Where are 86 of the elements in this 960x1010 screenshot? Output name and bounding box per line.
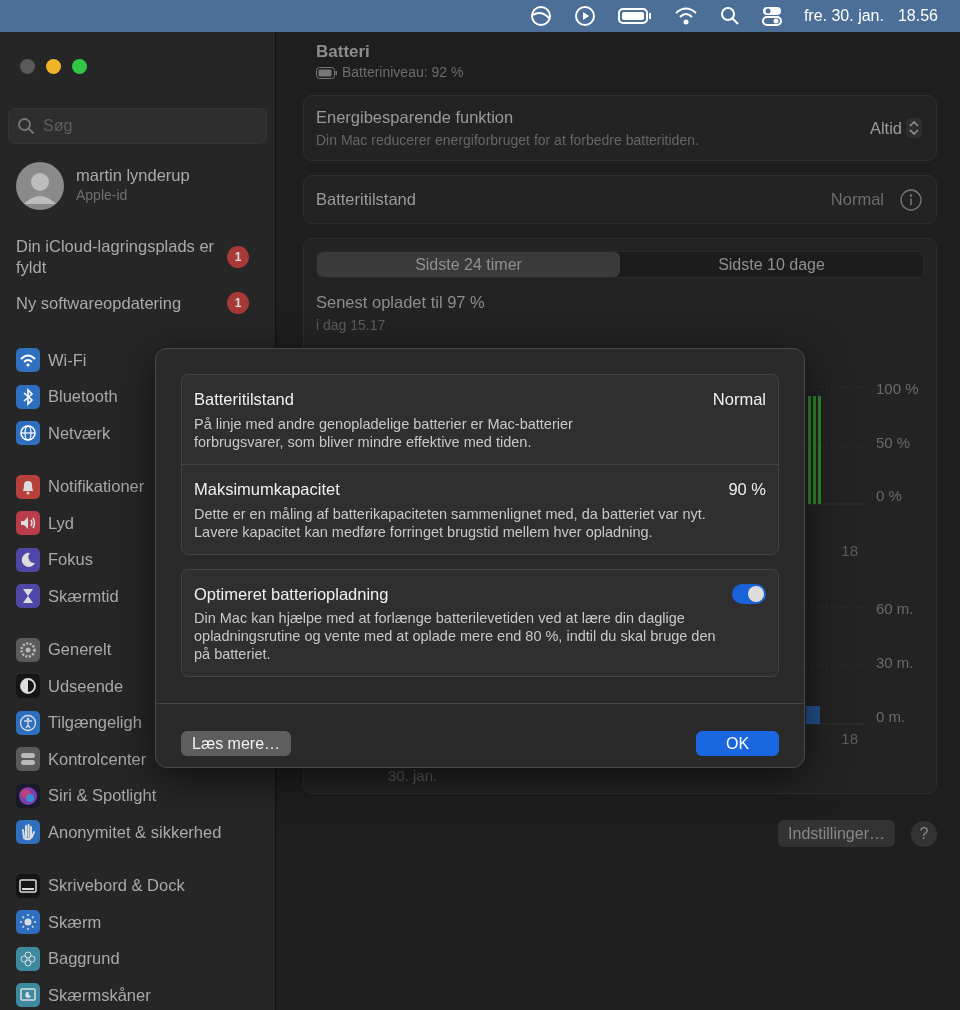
sidebar-item[interactable]: Anonymitet & sikkerhed [48,819,222,845]
setting-label: Energibesparende funktion [316,107,515,129]
info-icon[interactable] [900,188,922,211]
axis-label: 60 m. [876,599,915,620]
gear-icon [16,637,40,662]
sidebar-item[interactable]: Siri & Spotlight [48,783,157,809]
toggles-icon[interactable] [761,5,782,27]
option-title: Optimeret batteriopladning [194,583,389,605]
bell-icon [16,474,40,499]
page-title: Batteri [316,42,371,62]
toggles-icon [16,747,40,772]
axis-label: 100 % [876,378,920,399]
section-description: På linje med andre genopladelige batterier er Mac-batterier forbrugsvarer, som bliver mindre effektive med tiden. [194,414,574,451]
settings-button[interactable]: Indstillinger… [778,820,895,847]
axis-label: 0 % [876,486,903,507]
section-value: 90 % [728,478,766,500]
battery-icon[interactable] [617,7,652,25]
account-subtitle: Apple-id [76,186,129,205]
account-name[interactable]: martin lynderup [76,166,190,185]
sidebar-item[interactable]: Skrivebord & Dock [48,873,185,899]
sidebar-item[interactable]: Baggrund [48,946,120,972]
help-button[interactable]: ? [911,820,937,847]
sidebar-item[interactable]: Skærmtid [48,583,119,609]
contrast-icon [16,674,40,699]
setting-description: Din Mac reducerer energiforbruget for at forbedre batteritiden. [316,130,699,150]
learn-more-button[interactable]: Læs mere… [181,731,292,757]
sidebar-item[interactable]: Fokus [48,547,93,573]
globe-icon [16,421,40,446]
zoom-button[interactable] [72,59,87,74]
section-title: Batteritilstand [194,389,294,410]
sidebar-item[interactable]: Lyd [48,510,74,536]
battery-level-text: Batteriniveau: 92 % [342,63,464,82]
sidebar-item[interactable]: Netværk [48,420,111,446]
battery-icon [316,66,338,79]
sidebar-item[interactable]: Bluetooth [48,384,118,410]
wifi-icon[interactable] [673,6,698,26]
sidebar-item[interactable]: Tilgængeligh [48,710,142,736]
sidebar-item[interactable]: Kontrolcenter [48,746,147,772]
tab[interactable]: Sidste 10 dage [620,252,923,277]
section-value: Normal [712,389,766,410]
notification-item[interactable]: Ny softwareopdatering [16,292,216,314]
axis-label: 0 m. [876,706,907,727]
sidebar-item[interactable]: Skærmskåner [48,982,151,1008]
notification-item[interactable]: Din iCloud-lagringsplads er fyldt [16,236,216,278]
chart-bar [806,706,820,725]
sidebar-item[interactable]: Udseende [48,673,124,699]
screensaver-icon [16,983,40,1008]
ok-button[interactable]: OK [696,731,779,757]
status-value: Normal [830,189,884,211]
count-badge: 1 [227,292,249,314]
axis-label: 50 % [876,432,912,453]
sidebar-item[interactable]: Skærm [48,909,102,935]
dock-icon [16,873,40,898]
setting-label: Batteritilstand [316,189,416,211]
axis-label: 18 [841,729,858,750]
option-description: Din Mac kan hjælpe med at forlænge batterilevetiden ved at lære din daglige opladningsrutine og vente med at oplade mere end 80 %, indtil du skal bruge den på batteriet. [194,609,717,664]
moon-icon [16,547,40,572]
sidebar-item[interactable]: Generelt [48,637,112,663]
axis-label: 30 m. [876,653,915,673]
popup-button[interactable]: Altid [869,115,922,141]
sun-icon [16,910,40,935]
tab[interactable]: Sidste 24 timer [317,252,620,277]
sidebar-item[interactable]: Notifikationer [48,474,145,500]
hourglass-icon [16,584,40,609]
hand-icon [16,820,40,845]
stepper-icon [906,118,922,138]
flower-icon [16,946,40,971]
minimize-button[interactable] [46,59,61,74]
section-description: Dette er en måling af batterikapaciteten sammenlignet med, da batteriet var nyt. Lavere kapacitet kan medføre forringet brugstid mellem hver opladning. [194,504,707,541]
speaker-icon [16,511,40,536]
menu-bar-date[interactable]: fre. 30. jan. [803,4,884,28]
accessibility-icon [16,710,40,735]
play-icon[interactable] [573,5,596,27]
last-charged-text: Senest opladet til 97 % [316,292,486,313]
toggle-switch[interactable] [732,583,766,604]
menu-bar-clock[interactable]: 18.56 [897,4,938,28]
search-icon[interactable] [719,6,740,26]
bluetooth-icon [16,384,40,409]
count-badge: 1 [227,246,249,268]
orb-icon [16,783,40,808]
sidebar-item[interactable]: Wi-Fi [48,347,87,373]
section-title: Maksimumkapacitet [194,478,340,500]
avatar-icon[interactable] [16,162,64,210]
axis-label: 18 [841,540,858,561]
circle-icon[interactable] [529,5,552,27]
wifi-icon [16,348,40,373]
